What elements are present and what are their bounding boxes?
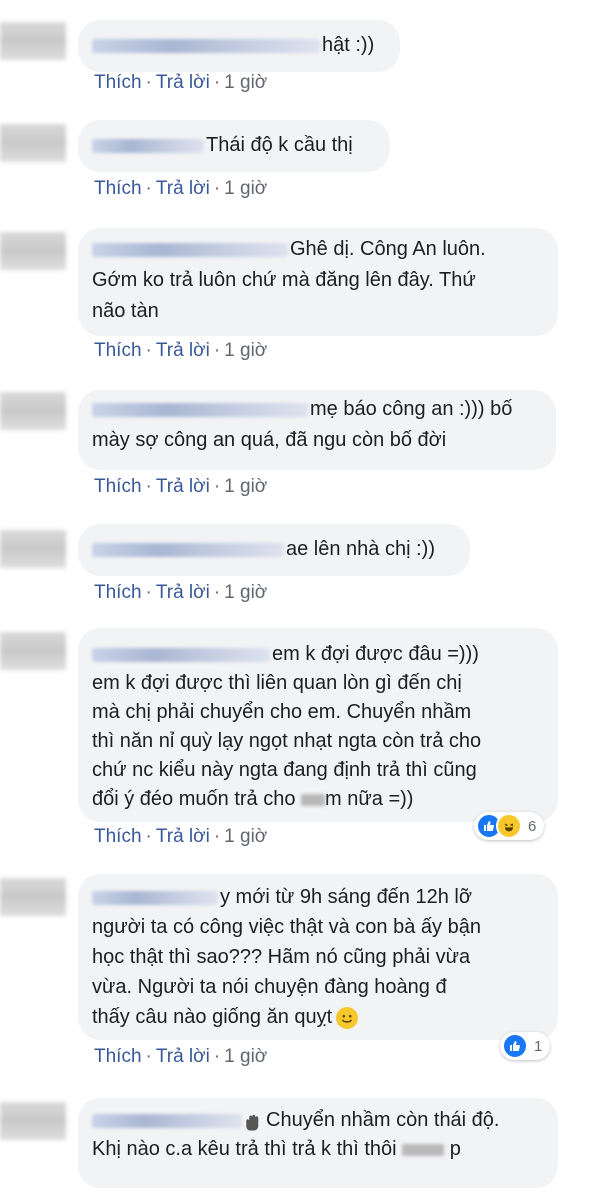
comment-text: ae lên nhà chị :)) bbox=[286, 538, 435, 560]
commenter-name[interactable] bbox=[92, 38, 320, 53]
like-link[interactable]: Thích bbox=[94, 1046, 142, 1067]
wave-hand-icon bbox=[244, 1112, 262, 1131]
reply-link[interactable]: Trả lời bbox=[156, 476, 210, 497]
comment-text: hật :)) bbox=[322, 34, 375, 56]
comment-text-line: não tàn bbox=[92, 300, 159, 322]
like-icon bbox=[502, 1033, 528, 1059]
comment-text-line: đổi ý đéo muốn trả cho bbox=[92, 788, 296, 810]
comment-bubble: Ghê dị. Công An luôn. Gớm ko trả luôn ch… bbox=[78, 228, 558, 336]
like-link[interactable]: Thích bbox=[94, 582, 142, 603]
comment-text-line: em k đợi được đâu =))) bbox=[272, 643, 479, 665]
like-link[interactable]: Thích bbox=[94, 340, 142, 361]
like-link[interactable]: Thích bbox=[94, 476, 142, 497]
comment-actions: Thích · Trả lời · 1 giờ bbox=[94, 582, 268, 603]
like-link[interactable]: Thích bbox=[94, 826, 142, 847]
comment-text: Thái độ k cầu thị bbox=[206, 134, 353, 156]
comment-text-line: vừa. Người ta nói chuyện đàng hoàng đ bbox=[92, 976, 447, 998]
comment-text-line: thì năn nỉ quỳ lạy ngọt nhạt ngta còn tr… bbox=[92, 730, 482, 752]
timestamp[interactable]: 1 giờ bbox=[224, 476, 267, 497]
comment-text-line: Khị nào c.a kêu trả thì trả k thì thôi bbox=[92, 1138, 397, 1160]
smile-emoji-icon bbox=[336, 1006, 359, 1029]
comment-text-line: mà chị phải chuyển cho em. Chuyển nhầm bbox=[92, 701, 472, 723]
comment-actions: Thích · Trả lời · 1 giờ bbox=[94, 340, 268, 361]
comment-bubble: Thái độ k cầu thị bbox=[78, 120, 390, 172]
comment-text-line: chứ nc kiểu này ngta đang định trả thì c… bbox=[92, 759, 477, 781]
comment-bubble: hật :)) bbox=[78, 20, 400, 72]
timestamp[interactable]: 1 giờ bbox=[224, 340, 267, 361]
timestamp[interactable]: 1 giờ bbox=[224, 826, 267, 847]
comment-text-line: thấy câu nào giống ăn quỵt bbox=[92, 1006, 333, 1028]
comment-text-line: mẹ báo công an :))) bố bbox=[310, 398, 513, 420]
comment-text-line: m nữa =)) bbox=[325, 788, 414, 810]
comment-actions: Thích · Trả lời · 1 giờ bbox=[94, 1046, 268, 1067]
reply-link[interactable]: Trả lời bbox=[156, 1046, 210, 1067]
comment-bubble: Chuyển nhầm còn thái độ. Khị nào c.a kêu… bbox=[78, 1098, 558, 1188]
commenter-name[interactable] bbox=[92, 242, 288, 257]
comment-text-line: Ghê dị. Công An luôn. bbox=[290, 238, 486, 260]
reply-link[interactable]: Trả lời bbox=[156, 72, 210, 93]
avatar[interactable] bbox=[0, 232, 66, 270]
commenter-name[interactable] bbox=[92, 647, 270, 662]
avatar[interactable] bbox=[0, 1102, 66, 1140]
avatar[interactable] bbox=[0, 878, 66, 916]
comment-text-line: p bbox=[449, 1138, 461, 1160]
censored-text bbox=[301, 793, 326, 806]
reaction-summary[interactable]: 1 bbox=[500, 1032, 551, 1060]
timestamp[interactable]: 1 giờ bbox=[224, 72, 267, 93]
comment-text-line: Chuyển nhầm còn thái độ. bbox=[266, 1109, 500, 1131]
reply-link[interactable]: Trả lời bbox=[156, 826, 210, 847]
comment-bubble: mẹ báo công an :))) bố mày sợ công an qu… bbox=[78, 390, 556, 470]
like-link[interactable]: Thích bbox=[94, 178, 142, 199]
comment-actions: Thích · Trả lời · 1 giờ bbox=[94, 476, 268, 497]
comment-text-line: người ta có công việc thật và con bà ấy … bbox=[92, 916, 481, 938]
timestamp[interactable]: 1 giờ bbox=[224, 582, 267, 603]
avatar[interactable] bbox=[0, 632, 66, 670]
reply-link[interactable]: Trả lời bbox=[156, 582, 210, 603]
avatar[interactable] bbox=[0, 124, 66, 162]
commenter-name[interactable] bbox=[92, 542, 284, 557]
commenter-name[interactable] bbox=[92, 138, 204, 153]
censored-text bbox=[402, 1143, 445, 1156]
timestamp[interactable]: 1 giờ bbox=[224, 1046, 267, 1067]
comment-text-line: y mới từ 9h sáng đến 12h lỡ bbox=[220, 886, 472, 908]
haha-icon bbox=[496, 813, 522, 839]
avatar[interactable] bbox=[0, 530, 66, 568]
comment-text-line: mày sợ công an quá, đã ngu còn bố đời bbox=[92, 429, 447, 451]
reply-link[interactable]: Trả lời bbox=[156, 340, 210, 361]
comment-bubble: y mới từ 9h sáng đến 12h lỡ người ta có … bbox=[78, 874, 558, 1040]
like-link[interactable]: Thích bbox=[94, 72, 142, 93]
comment-bubble: em k đợi được đâu =))) em k đợi được thì… bbox=[78, 628, 558, 822]
comment-text-line: em k đợi được thì liên quan lòn gì đến c… bbox=[92, 672, 462, 694]
reaction-count: 1 bbox=[534, 1037, 543, 1055]
comment-actions: Thích · Trả lời · 1 giờ bbox=[94, 178, 268, 199]
reaction-summary[interactable]: 6 bbox=[474, 812, 545, 840]
avatar[interactable] bbox=[0, 22, 66, 60]
timestamp[interactable]: 1 giờ bbox=[224, 178, 267, 199]
comment-actions: Thích · Trả lời · 1 giờ bbox=[94, 826, 268, 847]
commenter-name[interactable] bbox=[92, 890, 218, 905]
comment-bubble: ae lên nhà chị :)) bbox=[78, 524, 470, 576]
reaction-count: 6 bbox=[528, 817, 537, 835]
avatar[interactable] bbox=[0, 392, 66, 430]
comment-text-line: học thật thì sao??? Hãm nó cũng phải vừa bbox=[92, 946, 471, 968]
reply-link[interactable]: Trả lời bbox=[156, 178, 210, 199]
comment-actions: Thích · Trả lời · 1 giờ bbox=[94, 72, 268, 93]
comment-text-line: Gớm ko trả luôn chứ mà đăng lên đây. Thứ bbox=[92, 269, 476, 291]
commenter-name[interactable] bbox=[92, 402, 308, 417]
commenter-name[interactable] bbox=[92, 1113, 242, 1128]
